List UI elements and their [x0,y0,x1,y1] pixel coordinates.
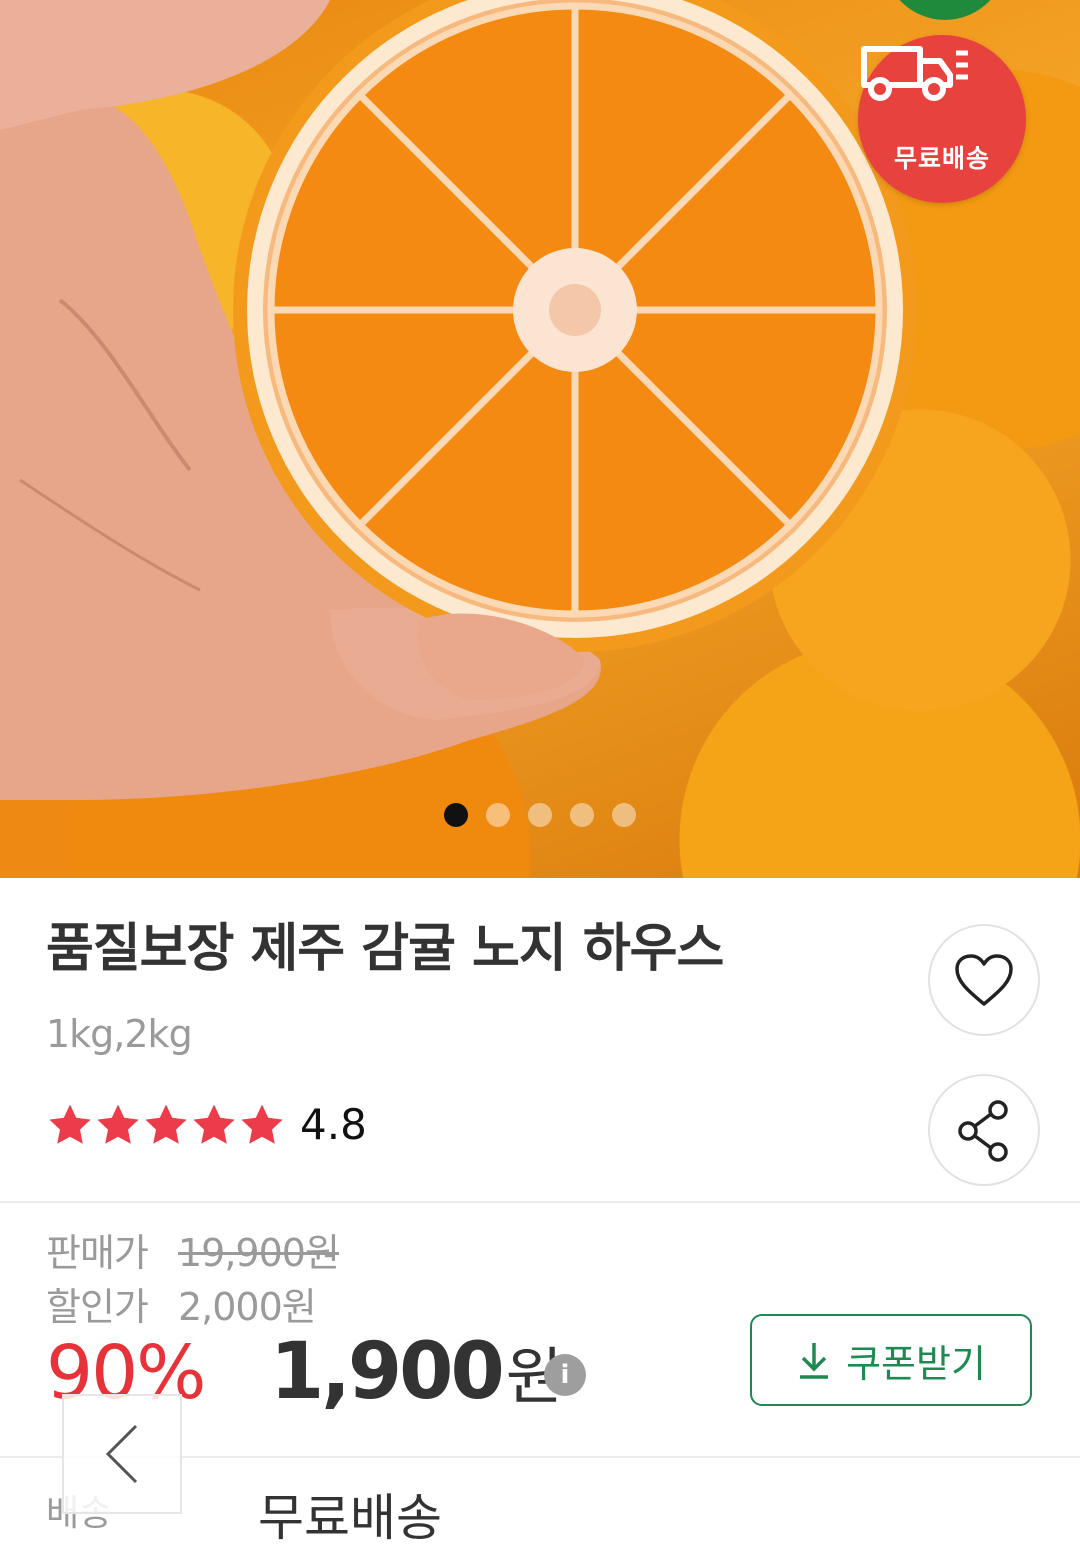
carousel-dot[interactable] [612,803,636,827]
product-option: 1kg,2kg [46,1012,193,1056]
section-divider [0,1201,1080,1203]
coupon-download-button[interactable]: 쿠폰받기 [750,1314,1032,1406]
truck-icon [861,46,968,101]
share-button[interactable] [928,1074,1040,1186]
coupon-label: 쿠폰받기 [846,1341,986,1386]
product-image-carousel[interactable]: 무료배송 [0,0,1080,878]
final-price-number: 1,900 [270,1327,505,1417]
product-title: 품질보장 제주 감귤 노지 하우스 [46,919,724,979]
star-icon [241,1104,283,1144]
carousel-pagination [444,803,636,827]
wishlist-button[interactable] [928,924,1040,1036]
star-icon [97,1104,139,1144]
carousel-dot[interactable] [486,803,510,827]
discount-price-label: 할인가 [46,1285,149,1329]
star-icon [193,1104,235,1144]
discount-price-value: 2,000원 [178,1285,317,1329]
heart-icon [955,954,1013,1006]
carousel-dot[interactable] [528,803,552,827]
final-price: 1,900원 [270,1326,563,1417]
chevron-left-icon [105,1424,138,1484]
star-icon [145,1104,187,1144]
price-info-icon[interactable]: i [544,1354,586,1396]
sale-price-label: 판매가 [46,1231,149,1275]
shipping-value: 무료배송 [258,1489,442,1547]
badge-label: 무료배송 [893,144,990,173]
carousel-dot[interactable] [570,803,594,827]
star-icon [49,1104,91,1144]
carousel-dot[interactable] [444,803,468,827]
sale-price-value: 19,900원 [178,1231,340,1275]
rating: 4.8 [46,1100,367,1149]
download-icon [800,1343,829,1379]
back-button[interactable] [62,1394,182,1514]
free-shipping-badge: 무료배송 [858,35,1026,203]
share-icon [958,1100,1008,1162]
rating-value: 4.8 [300,1100,367,1149]
